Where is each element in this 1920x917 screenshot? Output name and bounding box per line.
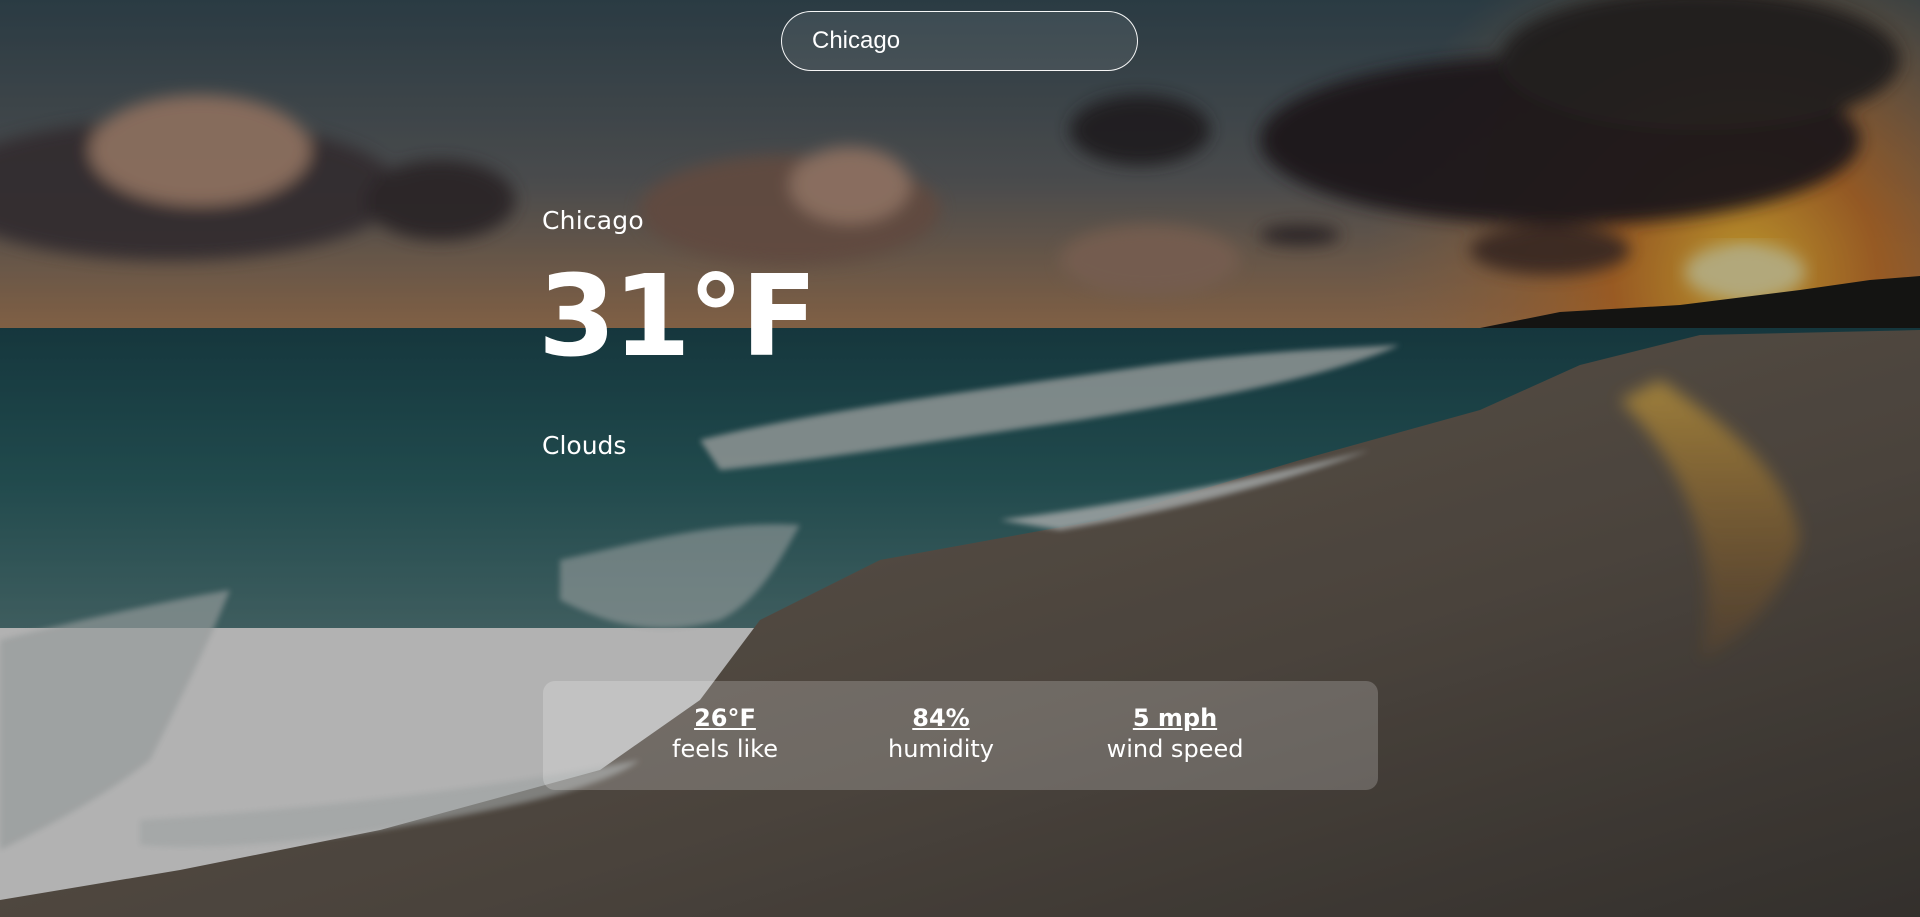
- location-name: Chicago: [542, 206, 644, 235]
- humidity-stat: 84% humidity: [888, 703, 994, 765]
- humidity-label: humidity: [888, 735, 994, 764]
- feels-like-label: feels like: [672, 735, 778, 764]
- city-search-input[interactable]: [781, 11, 1138, 71]
- feels-like-value: 26°F: [694, 704, 756, 732]
- humidity-value: 84%: [912, 704, 970, 732]
- feels-like-stat: 26°F feels like: [672, 703, 778, 765]
- wind-speed-value: 5 mph: [1132, 704, 1218, 732]
- current-temperature: 31°F: [538, 252, 817, 382]
- weather-details-card: 26°F feels like 84% humidity 5 mph wind …: [543, 681, 1378, 790]
- wind-speed-label: wind speed: [1106, 735, 1244, 764]
- weather-description: Clouds: [542, 431, 627, 460]
- search-container: [781, 11, 1138, 71]
- wind-speed-stat: 5 mph wind speed: [1107, 703, 1244, 765]
